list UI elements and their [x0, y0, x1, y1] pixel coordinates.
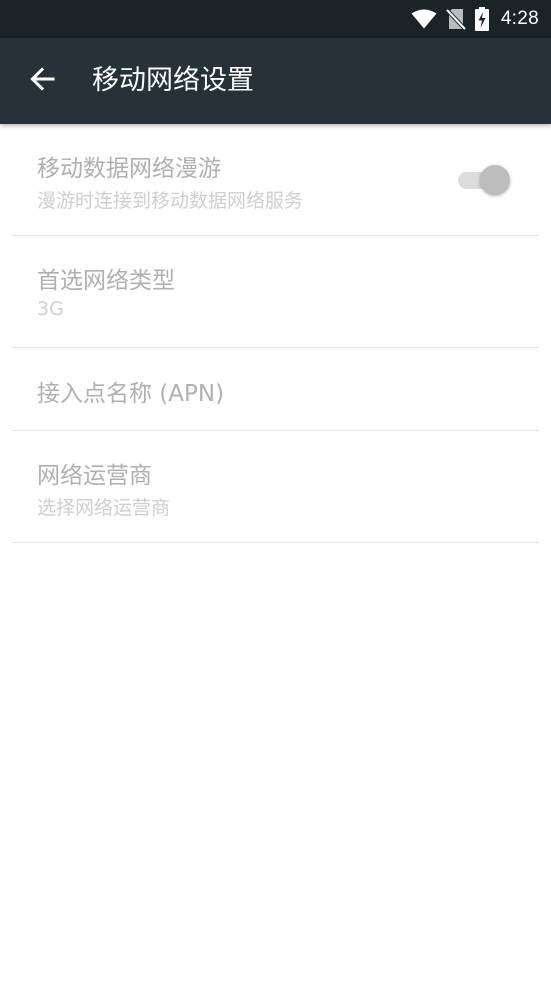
setting-summary: 选择网络运营商 [37, 497, 171, 519]
setting-title: 首选网络类型 [37, 268, 175, 294]
setting-apn[interactable]: 接入点名称 (APN) [12, 348, 539, 431]
setting-preferred-network-type[interactable]: 首选网络类型 3G [12, 236, 539, 348]
setting-data-roaming[interactable]: 移动数据网络漫游 漫游时连接到移动数据网络服务 [12, 124, 539, 236]
setting-summary: 漫游时连接到移动数据网络服务 [37, 190, 304, 212]
battery-charging-icon [474, 7, 489, 31]
page-title: 移动网络设置 [92, 65, 254, 96]
status-bar: 4:28 [0, 0, 551, 38]
status-icons: 4:28 [402, 0, 539, 38]
setting-title: 移动数据网络漫游 [37, 156, 221, 182]
setting-summary: 3G [37, 298, 64, 320]
app-toolbar: 移动网络设置 [0, 38, 551, 124]
switch-thumb [480, 165, 510, 195]
wifi-icon [411, 9, 437, 29]
arrow-back-icon [29, 66, 55, 96]
setting-title: 接入点名称 (APN) [37, 381, 225, 407]
status-time: 4:28 [500, 8, 539, 29]
settings-list: 移动数据网络漫游 漫游时连接到移动数据网络服务 首选网络类型 3G 接入点名称 … [0, 124, 551, 543]
setting-network-operator[interactable]: 网络运营商 选择网络运营商 [12, 431, 539, 543]
no-sim-icon [445, 8, 466, 30]
setting-title: 网络运营商 [37, 463, 152, 489]
data-roaming-switch[interactable] [454, 164, 510, 196]
back-button[interactable] [18, 57, 66, 105]
